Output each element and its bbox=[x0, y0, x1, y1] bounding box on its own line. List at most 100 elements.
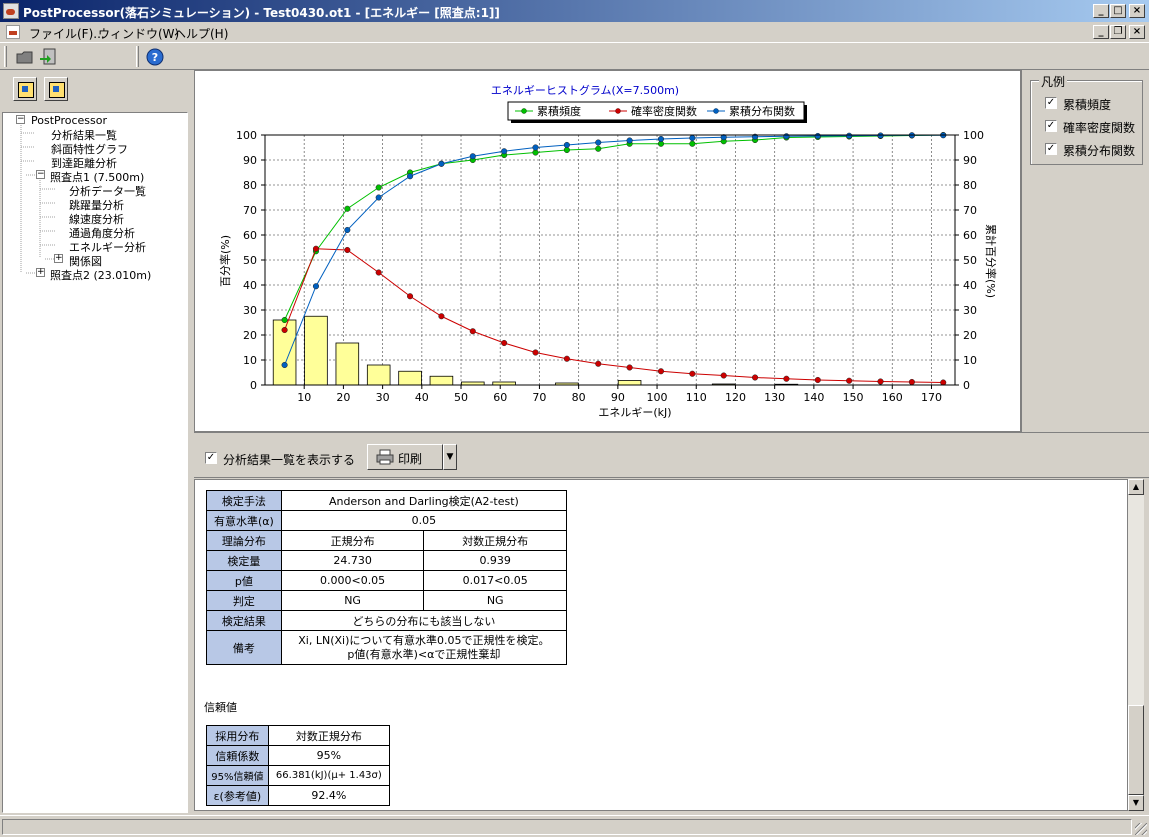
print-button[interactable]: 印刷 bbox=[367, 444, 443, 470]
legend-checkbox-cumulative-frequency[interactable]: ✓ bbox=[1045, 97, 1057, 109]
series-point bbox=[312, 245, 320, 252]
series-point bbox=[814, 376, 821, 384]
series-point bbox=[877, 378, 884, 385]
maximize-icon[interactable]: □ bbox=[1110, 4, 1126, 18]
table-row: 判定 NG NG bbox=[206, 590, 567, 611]
minimize-icon[interactable]: _ bbox=[1093, 4, 1109, 18]
app-icon[interactable] bbox=[3, 3, 19, 19]
menu-window[interactable]: ウィンドウ(W) bbox=[98, 25, 179, 42]
table-cell-value: 0.017<0.05 bbox=[423, 570, 567, 591]
svg-text:?: ? bbox=[152, 51, 158, 64]
resize-grip-icon[interactable] bbox=[1135, 823, 1147, 835]
series-point bbox=[720, 372, 727, 379]
tree-root[interactable]: PostProcessor bbox=[31, 114, 107, 127]
series-point bbox=[281, 326, 288, 334]
legend-group-title: 凡例 bbox=[1039, 73, 1068, 90]
show-result-list-checkbox[interactable]: ✓ bbox=[205, 452, 217, 464]
document-icon[interactable] bbox=[6, 25, 20, 39]
menu-bar: ファイル(F)... ウィンドウ(W) ヘルプ(H) _ ❐ × bbox=[0, 22, 1149, 42]
series-point bbox=[595, 360, 602, 367]
histogram-bar bbox=[429, 375, 454, 386]
legend-checkbox-pdf[interactable]: ✓ bbox=[1045, 120, 1057, 132]
table-cell-value: 0.000<0.05 bbox=[280, 570, 425, 591]
table-cell-label: 検定量 bbox=[206, 550, 282, 571]
x-tick-label: 110 bbox=[686, 391, 707, 404]
chart-y2label: 累計百分率(%) bbox=[984, 224, 998, 298]
chart-legend: 累積頻度 確率密度関数 累積分布関数 bbox=[507, 101, 807, 123]
collapse-root-icon[interactable]: − bbox=[16, 115, 25, 124]
energy-histogram-chart: 0 0 10 10 20 20 30 30 40 40 50 50 60 60 70 70 80 80 90 90 10… bbox=[218, 83, 998, 419]
toolbar-grip[interactable] bbox=[136, 46, 139, 67]
histogram-bar bbox=[366, 364, 391, 386]
series-point bbox=[626, 364, 633, 371]
table-cell-label: 検定結果 bbox=[206, 610, 282, 631]
y2-tick-label: 10 bbox=[963, 354, 977, 367]
legend-label-cdf: 累積分布関数 bbox=[1063, 144, 1136, 158]
table-cell-value: 66.381(kJ)(μ+ 1.43σ) bbox=[267, 765, 391, 786]
table-cell-value: どちらの分布にも該当しない bbox=[280, 610, 568, 631]
scroll-down-icon[interactable]: ▼ bbox=[1128, 795, 1144, 811]
y2-tick-label: 40 bbox=[963, 279, 977, 292]
chart-title: エネルギーヒストグラム(X=7.500m) bbox=[491, 83, 679, 97]
x-tick-label: 30 bbox=[376, 391, 390, 404]
legend-checkbox-cdf[interactable]: ✓ bbox=[1045, 143, 1057, 155]
table-cell-value: 0.05 bbox=[280, 510, 568, 531]
series-point bbox=[344, 205, 351, 212]
toolbar-grip[interactable] bbox=[4, 46, 7, 67]
menu-help[interactable]: ヘルプ(H) bbox=[174, 25, 228, 42]
table-row: 検定手法 Anderson and Darling検定(A2-test) bbox=[206, 490, 568, 511]
open-folder-icon[interactable] bbox=[14, 46, 36, 68]
child-minimize-icon[interactable]: _ bbox=[1093, 25, 1109, 39]
y-tick-label: 0 bbox=[250, 379, 257, 392]
series-point bbox=[438, 313, 445, 320]
table-row: 検定量 24.730 0.939 bbox=[206, 550, 567, 571]
y-tick-label: 20 bbox=[243, 329, 257, 342]
print-dropdown-arrow-icon[interactable]: ▼ bbox=[443, 444, 457, 470]
tree-item-checkpoint2[interactable]: 照査点2 (23.010m) bbox=[50, 267, 151, 283]
y2-tick-label: 100 bbox=[963, 129, 984, 142]
series-point bbox=[501, 148, 508, 155]
expand-relation-icon[interactable]: + bbox=[54, 254, 63, 263]
y2-tick-label: 50 bbox=[963, 254, 977, 267]
expand-checkpoint2-icon[interactable]: + bbox=[36, 268, 45, 277]
table-row: 95%信頼値 66.381(kJ)(μ+ 1.43σ) bbox=[206, 765, 391, 786]
series-point bbox=[752, 374, 759, 381]
close-icon[interactable]: × bbox=[1129, 4, 1145, 18]
y2-tick-label: 80 bbox=[963, 179, 977, 192]
series-point bbox=[281, 316, 288, 324]
table-cell-label: 備考 bbox=[206, 630, 282, 665]
y-tick-label: 90 bbox=[243, 154, 257, 167]
table-row: 有意水準(α) 0.05 bbox=[206, 510, 568, 531]
legend-panel: 凡例 ✓ 累積頻度 ✓ 確率密度関数 ✓ 累積分布関数 bbox=[1021, 70, 1149, 432]
series-point bbox=[783, 375, 790, 382]
collapse-checkpoint1-icon[interactable]: − bbox=[36, 170, 45, 179]
scroll-up-icon[interactable]: ▲ bbox=[1128, 479, 1144, 495]
histogram-bar bbox=[617, 380, 642, 386]
series-point bbox=[407, 173, 414, 180]
x-tick-label: 120 bbox=[725, 391, 746, 404]
table-cell-value: NG bbox=[423, 590, 567, 611]
test-result-table: 検定手法 Anderson and Darling検定(A2-test) 有意水… bbox=[206, 490, 568, 665]
series-point bbox=[689, 134, 696, 142]
series-point bbox=[814, 132, 821, 140]
export-icon[interactable] bbox=[38, 46, 60, 68]
series-point bbox=[689, 140, 696, 147]
scroll-thumb[interactable] bbox=[1128, 705, 1144, 795]
child-restore-icon[interactable]: ❐ bbox=[1110, 25, 1126, 39]
y-tick-label: 40 bbox=[243, 279, 257, 292]
table-cell-label: 理論分布 bbox=[206, 530, 282, 551]
help-icon[interactable]: ? bbox=[144, 46, 166, 68]
collapse-tree-icon[interactable] bbox=[44, 77, 68, 101]
y-tick-label: 50 bbox=[243, 254, 257, 267]
child-close-icon[interactable]: × bbox=[1129, 25, 1145, 39]
series-point bbox=[281, 361, 288, 369]
menu-file[interactable]: ファイル(F)... bbox=[29, 25, 105, 42]
table-cell-value: 正規分布 bbox=[280, 530, 425, 551]
chart-ylabel: 百分率(%) bbox=[218, 235, 232, 287]
x-tick-label: 20 bbox=[336, 391, 350, 404]
x-tick-label: 40 bbox=[415, 391, 429, 404]
expand-tree-icon[interactable] bbox=[13, 77, 37, 101]
table-cell-value: 0.939 bbox=[423, 550, 567, 571]
legend-label-pdf: 確率密度関数 bbox=[1063, 121, 1136, 135]
result-scrollbar[interactable]: ▲ ▼ bbox=[1128, 479, 1144, 811]
